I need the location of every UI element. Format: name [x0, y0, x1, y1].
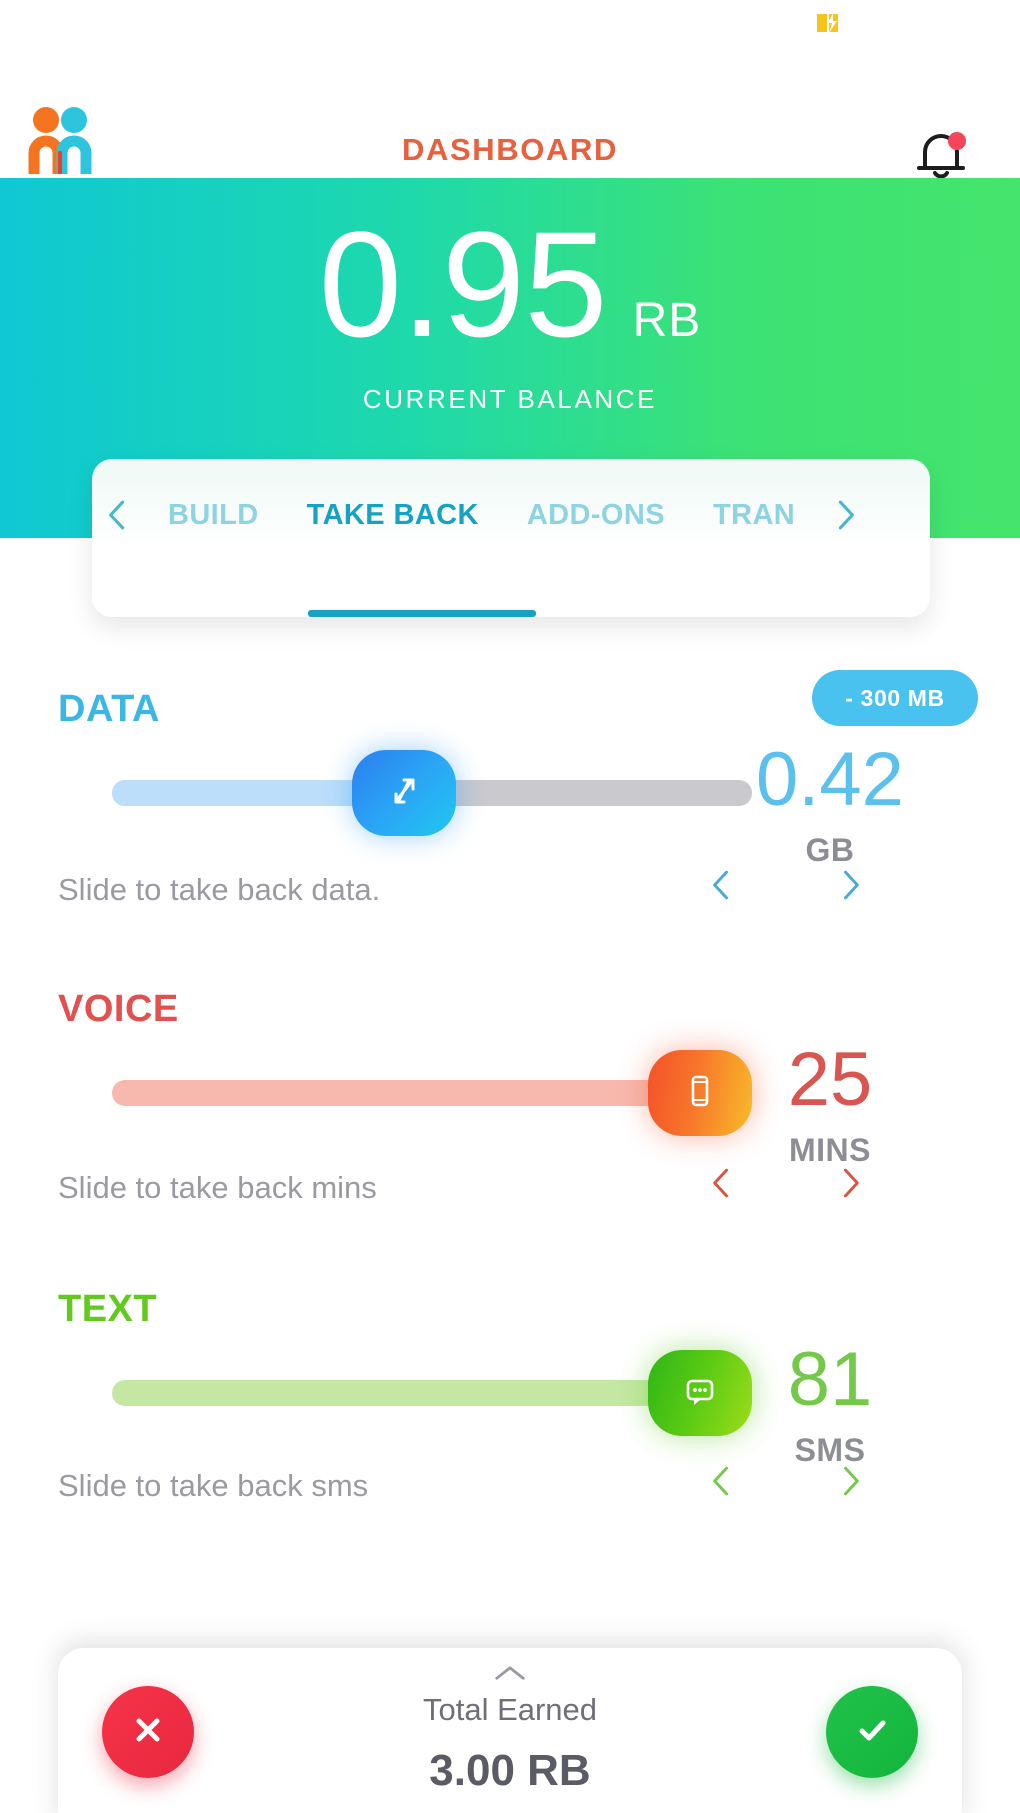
metric-voice-steppers [686, 1166, 886, 1200]
status-bar [0, 0, 1020, 46]
metric-voice-value: 25 [787, 1037, 873, 1122]
metric-voice-increment-chevron-right-icon[interactable] [814, 1166, 886, 1200]
balance-currency: RB [632, 294, 702, 347]
metric-text-value: 81 [787, 1337, 873, 1422]
bottom-sheet: Total Earned 3.00 RB [58, 1648, 962, 1813]
balance-amount: 0.95 [318, 200, 608, 368]
metric-voice-decrement-chevron-left-icon[interactable] [686, 1166, 758, 1200]
metric-data-increment-chevron-right-icon[interactable] [814, 868, 886, 902]
tab-transfer[interactable]: TRAN [689, 499, 819, 532]
metric-data-decrement-chevron-left-icon[interactable] [686, 868, 758, 902]
tab-add-ons[interactable]: ADD-ONS [503, 499, 689, 532]
metric-text: TEXT 81 SMS Slide to take back sms [0, 1240, 1020, 1503]
data-transfer-arrows-icon [382, 769, 426, 818]
active-tab-underline [308, 610, 536, 617]
close-x-icon [128, 1710, 168, 1755]
check-icon [852, 1710, 892, 1755]
metric-data-value: 0.42 [756, 737, 904, 822]
metric-voice-unit: MINS [789, 1132, 871, 1168]
app-bar: DASHBOARD [0, 46, 1020, 179]
metric-data-badge: - 300 MB [812, 670, 978, 726]
tab-strip: BUILD TAKE BACK ADD-ONS TRAN [92, 459, 930, 571]
confirm-button[interactable] [826, 1686, 918, 1778]
metric-text-steppers [686, 1464, 886, 1498]
tab-take-back[interactable]: TAKE BACK [283, 499, 503, 532]
metric-voice: VOICE 25 MINS Slide to take back mins [0, 940, 1020, 1220]
metric-text-decrement-chevron-left-icon[interactable] [686, 1464, 758, 1498]
tab-card: BUILD TAKE BACK ADD-ONS TRAN [92, 459, 930, 617]
battery-charging-icon [814, 10, 840, 36]
metric-text-title: TEXT [58, 1288, 158, 1330]
cancel-button[interactable] [102, 1686, 194, 1778]
metric-text-track-fill[interactable] [112, 1380, 672, 1406]
metric-text-hint: Slide to take back sms [58, 1468, 369, 1503]
balance-row: 0.95 RB [0, 200, 1020, 368]
metric-data: DATA - 300 MB 0.42 GB Slide to take back… [0, 640, 1020, 920]
metric-voice-hint: Slide to take back mins [58, 1170, 377, 1205]
metric-voice-track-fill[interactable] [112, 1080, 672, 1106]
metric-data-hint: Slide to take back data. [58, 872, 381, 907]
metric-data-track-fill [112, 780, 362, 806]
page-title: DASHBOARD [402, 132, 618, 167]
metric-data-steppers [686, 868, 886, 902]
metric-data-slider-handle[interactable] [352, 750, 456, 836]
tabs-next-chevron-right-icon[interactable] [819, 498, 871, 532]
tab-build[interactable]: BUILD [144, 499, 283, 532]
sheet-expand-chevron-up-icon[interactable] [58, 1664, 962, 1683]
balance-label: CURRENT BALANCE [362, 384, 658, 414]
metric-data-unit: GB [805, 832, 855, 868]
metric-text-increment-chevron-right-icon[interactable] [814, 1464, 886, 1498]
app-screen: DASHBOARD 0.95 RB CURRENT BALANCE BUILD … [0, 0, 1020, 1813]
tabs-prev-chevron-left-icon[interactable] [92, 498, 144, 532]
total-earned-value: 3.00 RB [429, 1746, 591, 1795]
metric-voice-title: VOICE [58, 988, 179, 1030]
metric-data-title: DATA [58, 688, 160, 730]
